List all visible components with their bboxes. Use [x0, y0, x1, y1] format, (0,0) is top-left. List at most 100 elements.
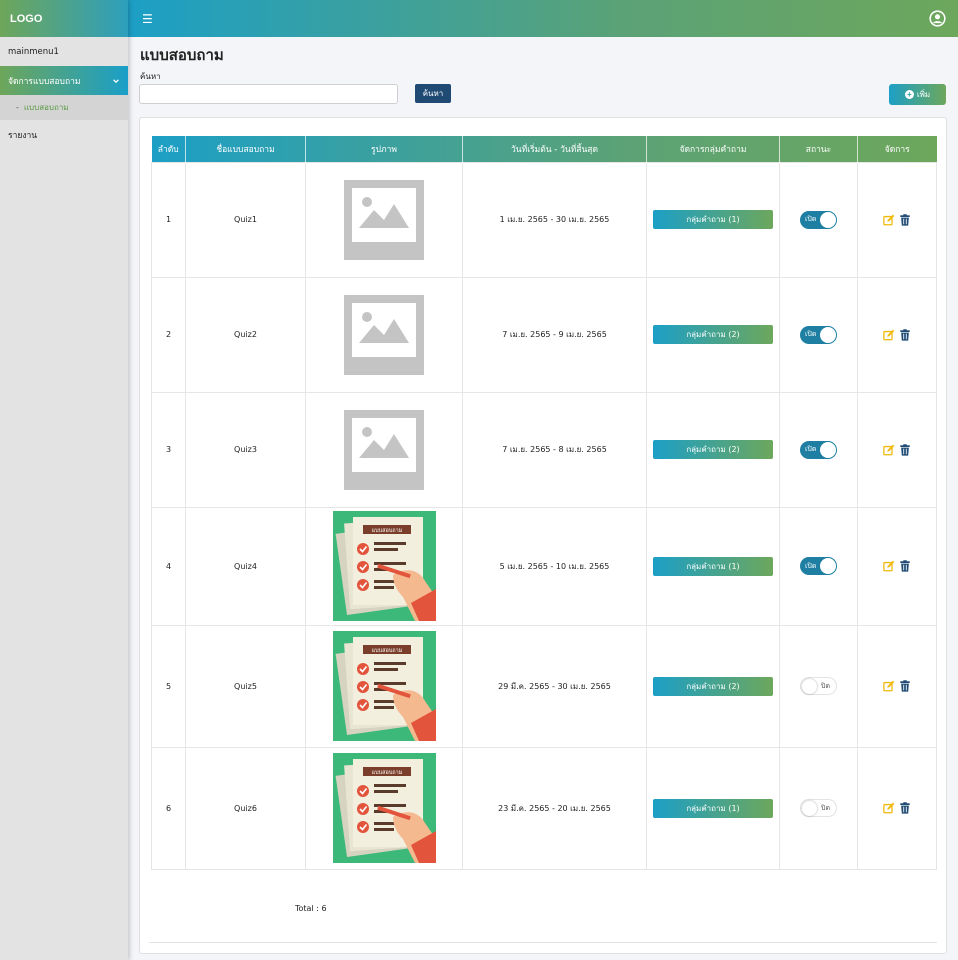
status-toggle[interactable]: เปิด: [800, 210, 837, 229]
image-placeholder-icon: [344, 179, 424, 260]
group-cell: กลุ่มคำถาม (2): [646, 624, 780, 748]
question-group-button[interactable]: กลุ่มคำถาม (2): [653, 676, 773, 696]
group-cell: กลุ่มคำถาม (1): [646, 161, 780, 278]
sidebar-item-label: รายงาน: [8, 130, 38, 141]
edit-icon[interactable]: [883, 214, 895, 226]
table-row: 3 Quiz3 7 เม.ย. 2565 - 8 เม.ย. 2565 กลุ่…: [151, 391, 937, 508]
toggle-knob: [820, 211, 836, 228]
column-header: สถานะ: [779, 136, 858, 162]
search-input[interactable]: [139, 84, 398, 104]
quiz-name: Quiz6: [185, 746, 306, 870]
quiz-image-label: แบบสอบถาม: [371, 769, 402, 776]
sidebar-item-mainmenu1[interactable]: mainmenu1: [0, 37, 128, 66]
main-content: แบบสอบถาม ค้นหา ค้นหา + เพิ่ม ลำดับ ชื่อ…: [128, 37, 958, 960]
status-toggle-label: เปิด: [805, 445, 817, 453]
date-range: 29 มี.ค. 2565 - 30 เม.ย. 2565: [462, 624, 647, 748]
quiz-image-label: แบบสอบถาม: [371, 647, 402, 654]
divider: [149, 942, 937, 943]
toggle-knob: [802, 679, 817, 694]
delete-icon[interactable]: [899, 560, 911, 572]
column-header: ชื่อแบบสอบถาม: [185, 136, 306, 162]
image-placeholder-icon: [344, 294, 424, 375]
quiz-image-label: แบบสอบถาม: [371, 527, 402, 534]
checkmark-group: [356, 543, 369, 591]
sidebar-item-label: mainmenu1: [8, 46, 59, 57]
question-group-button[interactable]: กลุ่มคำถาม (1): [653, 210, 773, 229]
actions-cell: [857, 391, 937, 508]
status-toggle-label: เปิด: [805, 561, 817, 570]
actions-cell: [857, 746, 937, 870]
quiz-image-cell: แบบสอบถาม: [305, 746, 463, 870]
edit-icon[interactable]: [883, 329, 895, 341]
user-circle-icon[interactable]: [929, 10, 946, 27]
status-toggle[interactable]: เปิด: [800, 325, 837, 344]
status-toggle-label: เปิด: [805, 330, 817, 338]
logo[interactable]: LOGO: [0, 0, 128, 37]
search-button[interactable]: ค้นหา: [415, 84, 451, 103]
sidebar-item-label: แบบสอบถาม: [23, 103, 69, 112]
question-group-button[interactable]: กลุ่มคำถาม (2): [653, 440, 773, 459]
toggle-knob: [820, 441, 836, 458]
row-number: 1: [151, 161, 186, 278]
toggle-knob: [820, 558, 836, 574]
quiz-name: Quiz2: [185, 276, 306, 393]
table-header-row: ลำดับ ชื่อแบบสอบถาม รูปภาพ วันที่เริ่มต้…: [151, 136, 937, 162]
quiz-checklist-image: แบบสอบถาม: [332, 511, 436, 621]
status-cell: เปิด: [779, 276, 858, 393]
table-row: 4 Quiz4 แบบสอบถาม 5 เม.ย. 2565 - 10 เม.ย…: [151, 506, 937, 626]
add-button[interactable]: + เพิ่ม: [889, 84, 946, 105]
sidebar-subitem-quiz[interactable]: - แบบสอบถาม: [0, 95, 128, 120]
status-cell: เปิด: [779, 391, 858, 508]
group-cell: กลุ่มคำถาม (1): [646, 506, 780, 626]
total-count: Total : 6: [295, 904, 327, 913]
chevron-down-icon: [113, 78, 119, 83]
group-cell: กลุ่มคำถาม (2): [646, 391, 780, 508]
table-row: 2 Quiz2 7 เม.ย. 2565 - 9 เม.ย. 2565 กลุ่…: [151, 276, 937, 393]
plus-circle-icon: +: [904, 90, 914, 99]
column-header: จัดการกลุ่มคำถาม: [646, 136, 780, 162]
hamburger-icon[interactable]: ☰: [142, 12, 153, 26]
edit-icon[interactable]: [883, 680, 895, 692]
edit-icon[interactable]: [883, 802, 895, 814]
edit-icon[interactable]: [883, 444, 895, 456]
sidebar-item-report[interactable]: รายงาน: [0, 120, 128, 149]
delete-icon[interactable]: [899, 443, 911, 456]
quiz-checklist-image: แบบสอบถาม: [332, 631, 436, 741]
sidebar-item-manage-quiz[interactable]: จัดการแบบสอบถาม: [0, 66, 128, 95]
column-header: จัดการ: [857, 136, 937, 162]
delete-icon[interactable]: [899, 213, 911, 226]
checkmark-group: [356, 785, 369, 833]
quiz-name: Quiz1: [185, 161, 306, 278]
add-button-label: เพิ่ม: [916, 90, 931, 99]
status-toggle[interactable]: ปิด: [800, 799, 837, 817]
status-toggle-label: ปิด: [821, 681, 830, 690]
toggle-knob: [802, 801, 817, 816]
quiz-image-cell: [305, 161, 463, 278]
date-range: 5 เม.ย. 2565 - 10 เม.ย. 2565: [462, 506, 647, 626]
question-group-button[interactable]: กลุ่มคำถาม (1): [653, 556, 773, 576]
table-row: 6 Quiz6 แบบสอบถาม 23 มี.ค. 2565 - 20 เม.…: [151, 746, 937, 870]
status-toggle[interactable]: เปิด: [800, 440, 837, 459]
row-number: 3: [151, 391, 186, 508]
quiz-name: Quiz5: [185, 624, 306, 748]
question-group-button[interactable]: กลุ่มคำถาม (1): [653, 798, 773, 818]
delete-icon[interactable]: [899, 680, 911, 692]
topbar: ☰: [128, 0, 958, 37]
status-toggle-label: ปิด: [821, 803, 830, 812]
row-number: 6: [151, 746, 186, 870]
status-cell: เปิด: [779, 506, 858, 626]
status-toggle[interactable]: ปิด: [800, 677, 837, 695]
actions-cell: [857, 506, 937, 626]
column-header: ลำดับ: [157, 144, 179, 155]
group-cell: กลุ่มคำถาม (2): [646, 276, 780, 393]
table-row: 5 Quiz5 แบบสอบถาม 29 มี.ค. 2565 - 30 เม.…: [151, 624, 937, 748]
delete-icon[interactable]: [899, 802, 911, 814]
quiz-name: Quiz4: [185, 506, 306, 626]
date-range: 23 มี.ค. 2565 - 20 เม.ย. 2565: [462, 746, 647, 870]
edit-icon[interactable]: [883, 560, 895, 572]
group-cell: กลุ่มคำถาม (1): [646, 746, 780, 870]
status-toggle[interactable]: เปิด: [800, 557, 837, 575]
delete-icon[interactable]: [899, 328, 911, 341]
question-group-button[interactable]: กลุ่มคำถาม (2): [653, 325, 773, 344]
quiz-table: ลำดับ ชื่อแบบสอบถาม รูปภาพ วันที่เริ่มต้…: [151, 136, 937, 870]
